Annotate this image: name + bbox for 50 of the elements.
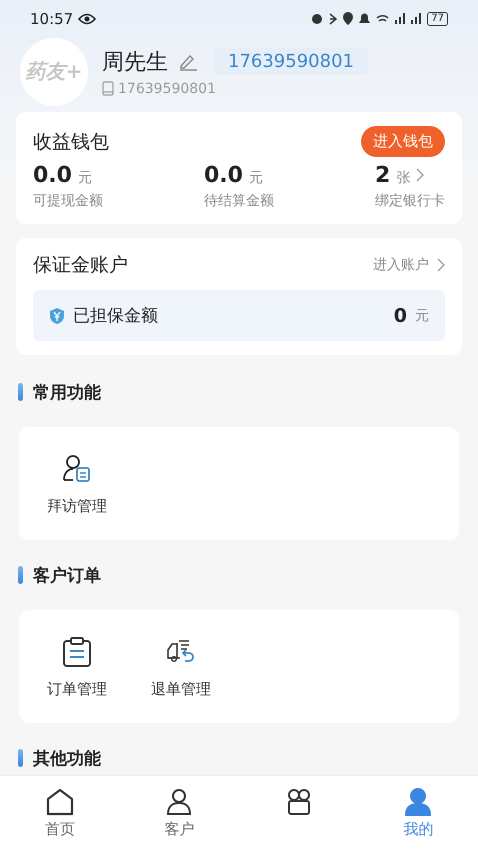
feature-item[interactable]: 退单管理 <box>151 680 211 699</box>
user-name: 周先生 <box>102 48 168 77</box>
enter-wallet-button[interactable]: 进入钱包 <box>361 126 445 157</box>
edit-icon[interactable] <box>178 52 198 71</box>
card-title: 收益钱包 <box>33 130 109 154</box>
app-logo: 药友+ <box>20 38 88 106</box>
guarantee-label: 已担保金额 <box>73 305 158 327</box>
stat-unit: 元 <box>78 169 92 187</box>
phone-icon <box>102 81 114 96</box>
chevron-right-icon <box>437 258 445 272</box>
phone-badge: 17639590801 <box>214 48 368 76</box>
stat-value: 0.0 <box>33 163 72 188</box>
stat-value: 2 <box>375 163 390 188</box>
stat-unit: 张 <box>396 169 410 187</box>
chevron-right-icon <box>416 168 424 182</box>
signal-icon <box>395 13 406 24</box>
clipboard-icon <box>61 636 93 668</box>
location-icon <box>343 12 354 26</box>
card-title: 保证金账户 <box>33 253 128 278</box>
bluetooth-icon <box>329 12 338 25</box>
shield-icon <box>49 306 65 324</box>
eye-icon <box>78 12 96 25</box>
wifi-icon <box>376 14 390 24</box>
section-marker <box>18 383 23 401</box>
stat-label: 待结算金额 <box>204 192 275 210</box>
enter-account-link[interactable]: 进入账户 <box>373 256 429 274</box>
section-title: 其他功能 <box>33 748 101 770</box>
person-icon <box>165 788 194 816</box>
feature-item[interactable]: 订单管理 <box>47 680 107 699</box>
home-icon <box>44 788 75 816</box>
section-title: 常用功能 <box>33 382 101 404</box>
person-icon <box>404 788 432 816</box>
section-title: 客户订单 <box>33 564 101 586</box>
person-clipboard-icon <box>61 453 93 485</box>
section-marker <box>18 749 23 767</box>
stat-value: 0.0 <box>204 163 243 188</box>
battery-level: 77 <box>427 12 448 26</box>
stat-label: 绑定银行卡 <box>375 192 445 210</box>
stat-unit: 元 <box>248 169 263 187</box>
phone-number: 17639590801 <box>118 80 216 97</box>
stat-label: 可提现金额 <box>33 192 104 210</box>
guarantee-unit: 元 <box>415 306 429 324</box>
nav-tab[interactable]: 我的 <box>358 776 478 850</box>
nav-tab[interactable]: 首页 <box>0 776 120 850</box>
guarantee-value: 0 <box>394 304 407 326</box>
feature-item[interactable]: 拜访管理 <box>47 497 107 516</box>
signal-icon <box>411 13 422 24</box>
section-marker <box>18 566 23 584</box>
nav-tab[interactable]: 客户 <box>120 776 239 850</box>
status-time: 10:57 <box>30 10 74 28</box>
